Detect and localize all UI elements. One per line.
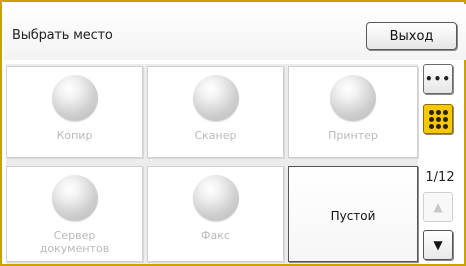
tile-label: Копир <box>56 129 93 142</box>
header-bar: Выбрать место Выход <box>4 4 466 60</box>
tile-label-line2: документов <box>39 242 110 255</box>
view-list-button[interactable]: ••• <box>423 64 453 94</box>
tile-scanner[interactable]: Сканер <box>147 66 284 158</box>
tile-label: Факс <box>201 229 230 242</box>
exit-button[interactable]: Выход <box>366 22 457 50</box>
function-tile-grid: Копир Сканер Принтер Сервер документов Ф… <box>6 64 418 264</box>
three-dots-icon: ••• <box>424 72 451 86</box>
up-arrow-icon: ▲ <box>433 200 443 214</box>
tile-document-server[interactable]: Сервер документов <box>6 166 143 262</box>
tile-label: Принтер <box>328 129 378 142</box>
location-select-panel: Выбрать место Выход Копир Сканер Принтер… <box>0 0 466 266</box>
page-indicator: 1/12 <box>425 170 455 185</box>
fax-orb-icon <box>192 175 239 221</box>
view-grid-button[interactable] <box>423 104 453 134</box>
tile-label: Сканер <box>194 129 237 142</box>
scroll-up-button[interactable]: ▲ <box>423 192 453 222</box>
tile-fax[interactable]: Факс <box>147 166 284 262</box>
nine-dots-icon <box>428 109 448 129</box>
tile-empty[interactable]: Пустой <box>288 166 418 262</box>
tile-label: Пустой <box>330 209 376 223</box>
scroll-down-button[interactable]: ▼ <box>423 230 453 260</box>
scanner-orb-icon <box>192 75 239 121</box>
page-title: Выбрать место <box>12 28 113 43</box>
tile-label-line1: Сервер <box>53 229 96 242</box>
side-controls: ••• 1/12 ▲ ▼ <box>420 64 466 264</box>
tile-printer[interactable]: Принтер <box>288 66 418 158</box>
tile-copier[interactable]: Копир <box>6 66 143 158</box>
document-server-orb-icon <box>51 175 98 221</box>
down-arrow-icon: ▼ <box>433 238 443 252</box>
copier-orb-icon <box>51 75 98 121</box>
printer-orb-icon <box>330 75 376 121</box>
